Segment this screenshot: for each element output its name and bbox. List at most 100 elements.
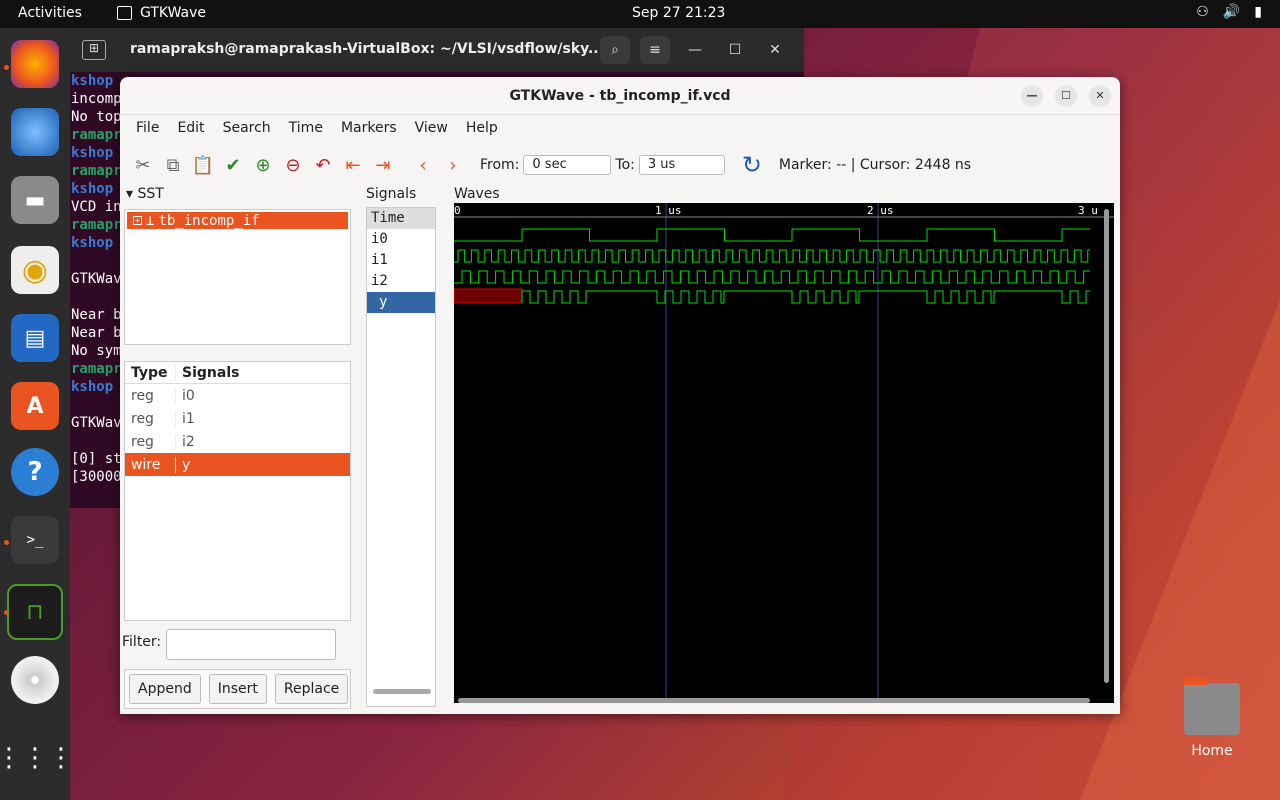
signal-name-y[interactable]: y bbox=[367, 292, 435, 313]
paste-icon[interactable]: 📋 bbox=[188, 150, 218, 180]
window-title: GTKWave - tb_incomp_if.vcd bbox=[509, 88, 731, 104]
zoom-fit-icon[interactable]: ✔ bbox=[218, 150, 248, 180]
terminal-icon[interactable]: >_ bbox=[11, 516, 59, 564]
reload-icon[interactable]: ↻ bbox=[737, 150, 767, 180]
disc-icon[interactable] bbox=[11, 656, 59, 704]
row-type: wire bbox=[131, 456, 161, 473]
writer-icon[interactable]: ▤ bbox=[11, 314, 59, 362]
app-menu[interactable]: GTKWave bbox=[117, 5, 206, 21]
waves-horizontal-scrollbar[interactable] bbox=[458, 698, 1090, 703]
wave-i1[interactable] bbox=[454, 249, 1090, 263]
replace-button[interactable]: Replace bbox=[274, 674, 349, 704]
row-type: reg bbox=[131, 433, 154, 450]
waveform-canvas[interactable]: 0 1 us 2 us 3 u bbox=[453, 203, 1114, 703]
close-icon[interactable]: ✕ bbox=[1089, 85, 1111, 107]
sst-tree[interactable]: + ⊥ tb_incomp_if bbox=[124, 209, 351, 345]
minimize-icon[interactable]: — bbox=[680, 36, 710, 64]
insert-button[interactable]: Insert bbox=[208, 674, 267, 704]
search-icon[interactable]: ⌕ bbox=[600, 36, 630, 64]
signal-name-time[interactable]: Time bbox=[367, 208, 435, 229]
signal-name-i2[interactable]: i2 bbox=[367, 271, 435, 292]
menu-edit[interactable]: Edit bbox=[169, 120, 212, 136]
copy-icon[interactable]: ⧉ bbox=[158, 150, 188, 180]
hamburger-menu-icon[interactable]: ≡ bbox=[640, 36, 670, 64]
tick-2us: 2 us bbox=[867, 204, 894, 217]
wave-i0[interactable] bbox=[454, 228, 1090, 242]
thunderbird-icon[interactable] bbox=[11, 108, 59, 156]
table-row[interactable]: wire y bbox=[125, 453, 350, 476]
filter-input[interactable] bbox=[166, 629, 336, 660]
signal-name-i1[interactable]: i1 bbox=[367, 250, 435, 271]
expand-icon[interactable]: + bbox=[133, 216, 142, 225]
files-icon[interactable]: ▬ bbox=[11, 176, 59, 224]
apps-grid-icon[interactable]: ⋮⋮⋮ bbox=[0, 734, 74, 782]
zoom-in-icon[interactable]: ⊕ bbox=[248, 150, 278, 180]
wave-y[interactable] bbox=[521, 290, 1090, 304]
home-folder-icon bbox=[1184, 677, 1240, 735]
maximize-icon[interactable]: ☐ bbox=[1055, 85, 1077, 107]
maximize-icon[interactable]: ☐ bbox=[720, 36, 750, 64]
to-input[interactable]: 3 us bbox=[638, 155, 725, 175]
horizontal-scrollbar[interactable] bbox=[373, 689, 431, 694]
gtkwave-app-icon bbox=[117, 6, 132, 20]
menu-view[interactable]: View bbox=[407, 120, 456, 136]
from-input[interactable]: 0 sec bbox=[523, 155, 612, 175]
sst-label-text: SST bbox=[137, 186, 164, 202]
signals-pane-label: Signals bbox=[366, 186, 417, 202]
signals-type-table: Type Signals reg i0 reg i1 reg i2 wire y bbox=[124, 361, 351, 621]
menu-file[interactable]: File bbox=[128, 120, 167, 136]
home-label: Home bbox=[1191, 743, 1233, 759]
new-tab-icon[interactable]: ⊞ bbox=[82, 40, 106, 60]
tree-item-icon: ⊥ bbox=[146, 212, 155, 229]
type-header[interactable]: Type bbox=[125, 365, 175, 381]
find-prev-edge-icon[interactable]: ‹ bbox=[408, 150, 438, 180]
menu-search[interactable]: Search bbox=[215, 120, 279, 136]
zoom-to-start-icon[interactable]: ⇤ bbox=[338, 150, 368, 180]
minimize-icon[interactable]: — bbox=[1021, 85, 1043, 107]
firefox-icon[interactable] bbox=[11, 40, 59, 88]
cut-icon[interactable]: ✂ bbox=[128, 150, 158, 180]
signal-name-i0[interactable]: i0 bbox=[367, 229, 435, 250]
waves-pane[interactable]: 0 1 us 2 us 3 u bbox=[453, 203, 1114, 703]
signal-names-pane[interactable]: Time i0 i1 i2 y bbox=[366, 207, 436, 707]
zoom-to-end-icon[interactable]: ⇥ bbox=[368, 150, 398, 180]
clock[interactable]: Sep 27 21:23 bbox=[632, 5, 725, 21]
app-center-icon[interactable]: A bbox=[11, 382, 59, 430]
menu-help[interactable]: Help bbox=[458, 120, 506, 136]
tick-0: 0 bbox=[454, 204, 461, 217]
system-tray[interactable]: ⚇ 🔊 ▮ bbox=[1196, 4, 1262, 20]
app-name: GTKWave bbox=[140, 5, 207, 21]
help-icon[interactable]: ? bbox=[11, 448, 59, 496]
running-indicator bbox=[4, 540, 9, 545]
table-row[interactable]: reg i0 bbox=[125, 384, 350, 407]
menu-time[interactable]: Time bbox=[281, 120, 331, 136]
undo-zoom-icon[interactable]: ↶ bbox=[308, 150, 338, 180]
waves-vertical-scrollbar[interactable] bbox=[1104, 209, 1109, 683]
menu-markers[interactable]: Markers bbox=[333, 120, 405, 136]
sst-label[interactable]: ▾ SST bbox=[126, 186, 164, 202]
signals-header[interactable]: Signals bbox=[175, 364, 350, 381]
zoom-out-icon[interactable]: ⊖ bbox=[278, 150, 308, 180]
find-next-edge-icon[interactable]: › bbox=[438, 150, 468, 180]
activities-button[interactable]: Activities bbox=[18, 5, 82, 21]
toolbar: ✂ ⧉ 📋 ✔ ⊕ ⊖ ↶ ⇤ ⇥ ‹ › From: 0 sec To: 3 … bbox=[120, 141, 1120, 189]
append-button[interactable]: Append bbox=[129, 674, 201, 704]
tick-3us: 3 u bbox=[1078, 204, 1098, 217]
gtkwave-window[interactable]: GTKWave - tb_incomp_if.vcd — ☐ ✕ File Ed… bbox=[120, 77, 1120, 714]
table-row[interactable]: reg i2 bbox=[125, 430, 350, 453]
from-label: From: bbox=[480, 157, 520, 173]
network-icon: ⚇ bbox=[1196, 4, 1209, 20]
gtkwave-dock-icon[interactable]: ⊓ bbox=[7, 584, 63, 640]
wave-y-undefined-region[interactable] bbox=[453, 288, 523, 304]
rhythmbox-icon[interactable]: ◉ bbox=[11, 246, 59, 294]
tree-item-tb-incomp-if[interactable]: + ⊥ tb_incomp_if bbox=[127, 212, 348, 229]
volume-icon: 🔊 bbox=[1222, 4, 1241, 20]
table-row[interactable]: reg i1 bbox=[125, 407, 350, 430]
tick-1us: 1 us bbox=[655, 204, 682, 217]
terminal-title: ramapraksh@ramaprakash-VirtualBox: ~/VLS… bbox=[130, 41, 604, 57]
wave-i2[interactable] bbox=[454, 270, 1090, 284]
action-buttons: Append Insert Replace bbox=[124, 669, 351, 709]
close-icon[interactable]: ✕ bbox=[760, 36, 790, 64]
marker-cursor-readout: Marker: -- | Cursor: 2448 ns bbox=[778, 157, 972, 173]
home-desktop-icon[interactable]: Home bbox=[1180, 677, 1244, 759]
